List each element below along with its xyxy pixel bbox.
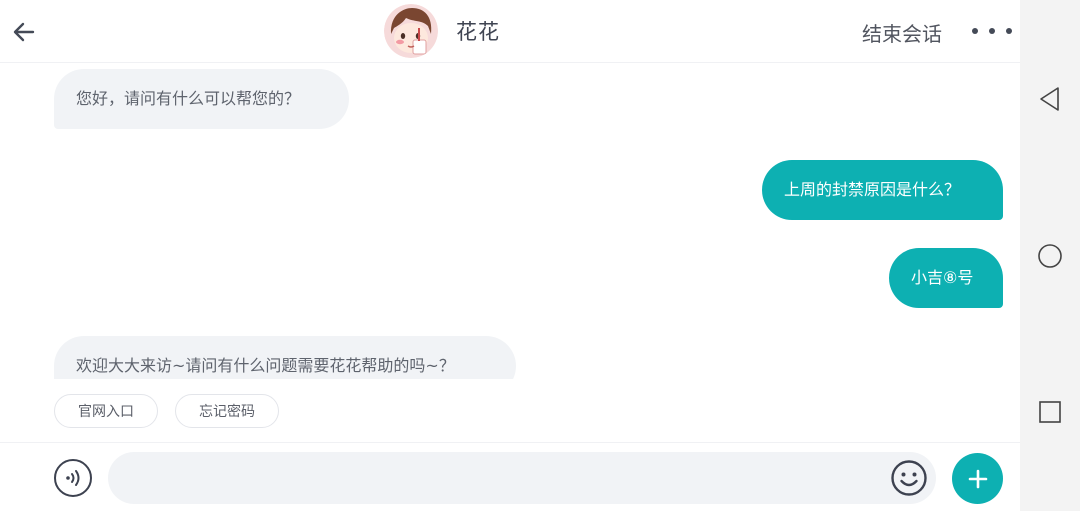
- back-button[interactable]: [10, 18, 38, 46]
- composer-bar: [0, 442, 1020, 512]
- quick-reply-forgot-password[interactable]: 忘记密码: [175, 394, 279, 428]
- voice-input-button[interactable]: [54, 459, 92, 497]
- system-back-button[interactable]: [1036, 85, 1064, 113]
- bot-message: 欢迎大大来访~请问有什么问题需要花花帮助的吗~？: [54, 336, 516, 379]
- circle-home-icon: [1038, 244, 1062, 268]
- smiley-icon: [891, 460, 927, 496]
- quick-reply-official-site[interactable]: 官网入口: [54, 394, 158, 428]
- ellipsis-icon-dot: [1006, 28, 1012, 34]
- page-title: 花花: [456, 20, 500, 44]
- arrow-left-icon: [13, 22, 35, 42]
- system-home-button[interactable]: [1036, 242, 1064, 270]
- ellipsis-icon-dot: [989, 28, 995, 34]
- avatar: [384, 4, 438, 58]
- chat-app: 花花 结束会话 您好，请问有什么可以帮您的？ 上周的封禁原因是什么？ 小吉⑧号 …: [0, 0, 1020, 512]
- system-navigation-bar: [1020, 0, 1080, 511]
- plus-icon: [968, 469, 987, 488]
- message-input-container: [108, 452, 936, 506]
- ellipsis-icon-dot: [972, 28, 978, 34]
- system-recents-button[interactable]: [1036, 398, 1064, 426]
- voice-icon: [66, 470, 80, 486]
- chat-header: 花花 结束会话: [0, 0, 1020, 63]
- user-message: 小吉⑧号: [889, 248, 1003, 308]
- end-session-button[interactable]: 结束会话: [862, 18, 942, 47]
- bot-message: 您好，请问有什么可以帮您的？: [54, 69, 349, 129]
- more-actions-button[interactable]: [952, 453, 1003, 504]
- user-message: 上周的封禁原因是什么？: [762, 160, 1003, 220]
- message-input[interactable]: [128, 452, 872, 506]
- emoji-button[interactable]: [890, 459, 928, 497]
- more-options-button[interactable]: [972, 20, 1012, 42]
- square-recents-icon: [1039, 401, 1061, 423]
- triangle-back-icon: [1040, 87, 1059, 111]
- chat-title-group: 花花: [384, 4, 500, 58]
- message-list: 您好，请问有什么可以帮您的？ 上周的封禁原因是什么？ 小吉⑧号 欢迎大大来访~请…: [0, 63, 1020, 379]
